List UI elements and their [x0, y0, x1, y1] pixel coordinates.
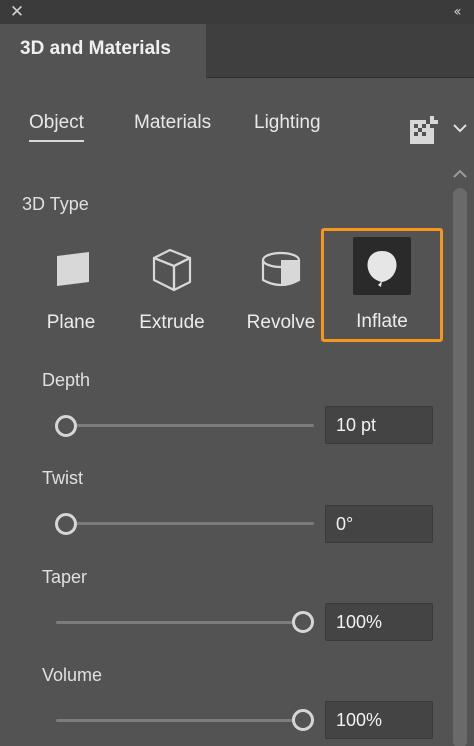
scrollbar-thumb[interactable] — [453, 188, 467, 746]
plane-icon — [57, 252, 89, 286]
object-tab-bar: Object Materials Lighting — [0, 100, 474, 150]
tab-lighting[interactable]: Lighting — [254, 112, 321, 134]
type-button-extrude[interactable]: Extrude — [126, 232, 218, 338]
taper-slider-track[interactable] — [56, 621, 314, 624]
twist-slider-track[interactable] — [56, 522, 314, 525]
extrude-cube-icon — [152, 248, 192, 292]
taper-value-field[interactable]: 100% — [325, 603, 433, 641]
tab-3d-and-materials[interactable]: 3D and Materials — [0, 24, 206, 78]
tab-object[interactable]: Object — [29, 112, 84, 142]
depth-slider-track[interactable] — [56, 424, 314, 427]
revolve-cylinder-icon — [261, 251, 301, 287]
type-label-revolve: Revolve — [246, 312, 316, 333]
panel-tab-row: 3D and Materials — [0, 24, 474, 78]
volume-slider-track[interactable] — [56, 719, 314, 722]
tab-materials[interactable]: Materials — [134, 112, 211, 134]
close-icon[interactable]: ✕ — [8, 3, 26, 21]
volume-slider-knob[interactable] — [292, 709, 314, 731]
type-button-plane[interactable]: Plane — [25, 232, 117, 338]
type-button-revolve[interactable]: Revolve — [235, 232, 327, 338]
depth-value-field[interactable]: 10 pt — [325, 406, 433, 444]
twist-label: Twist — [42, 468, 84, 488]
chevron-down-icon[interactable] — [452, 120, 468, 136]
taper-label: Taper — [42, 567, 88, 587]
type-label-inflate: Inflate — [356, 311, 408, 332]
depth-label: Depth — [42, 370, 91, 390]
scrollbar[interactable] — [448, 164, 472, 746]
render-preset-grid-icon[interactable] — [410, 116, 438, 144]
panel-title-bar: ✕ ‹‹ — [0, 0, 474, 24]
twist-value-field[interactable]: 0° — [325, 505, 433, 543]
double-chevron-left-icon[interactable]: ‹‹ — [446, 2, 466, 22]
type-button-inflate[interactable]: Inflate — [321, 228, 443, 342]
type-label-plane: Plane — [46, 312, 96, 333]
type-label-extrude: Extrude — [139, 312, 205, 333]
section-label-3d-type: 3D Type — [22, 194, 89, 214]
twist-slider-knob[interactable] — [55, 513, 77, 535]
balloon-icon — [367, 251, 397, 287]
scroll-up-icon[interactable] — [452, 168, 468, 180]
depth-slider-knob[interactable] — [55, 415, 77, 437]
taper-slider-knob[interactable] — [292, 611, 314, 633]
volume-value-field[interactable]: 100% — [325, 701, 433, 739]
volume-label: Volume — [42, 665, 103, 685]
